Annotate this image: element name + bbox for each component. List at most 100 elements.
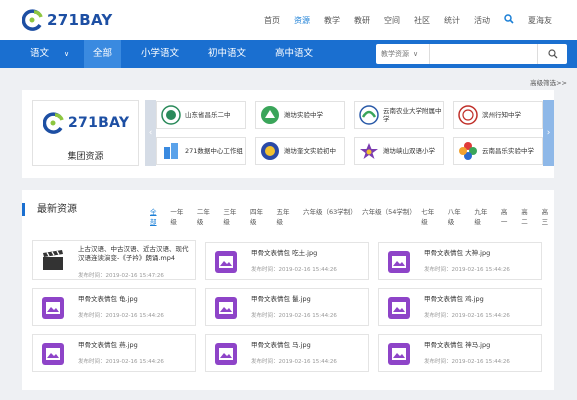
subject-dropdown[interactable]: 语文 ∨	[30, 40, 69, 68]
grade-tab[interactable]: 九年级	[474, 206, 493, 226]
search-input[interactable]	[429, 44, 537, 64]
top-nav: 首页 资源 教学 教研 空间 社区 统计 活动 夏海友	[250, 0, 552, 40]
grade-tab[interactable]: 高三	[542, 206, 554, 226]
grade-tab[interactable]: 八年级	[448, 206, 467, 226]
grade-tab[interactable]: 四年级	[250, 206, 269, 226]
resource-title: 甲骨文表情包 燕.jpg	[78, 341, 138, 349]
resource-date: 发布时间：2019-02-16 15:44:26	[251, 359, 337, 365]
school-name: 云南昌乐实验中学	[482, 147, 534, 155]
school-card[interactable]: 滨州行知中学	[453, 101, 543, 129]
resource-card[interactable]: 甲骨文表情包 大神.jpg 发布时间：2019-02-16 15:44:26	[378, 242, 542, 280]
chevron-down-icon: ∨	[64, 50, 70, 58]
search-icon[interactable]	[504, 13, 514, 27]
grade-tab[interactable]: 六年级（54学制）	[362, 206, 416, 226]
schools-panel: 271BAY 集团资源 ‹ 山东省昌乐二中 潍坊实验中学 云南农业大学附属中学 …	[22, 90, 554, 178]
tab-senior-chinese[interactable]: 高中语文	[275, 40, 313, 68]
image-file-icon	[388, 251, 410, 273]
resource-card[interactable]: 甲骨文表情包 吃土.jpg 发布时间：2019-02-16 15:44:26	[205, 242, 369, 280]
resource-title: 甲骨文表情包 鸡.jpg	[424, 295, 484, 303]
nav-space[interactable]: 空间	[384, 15, 400, 26]
school-name: 潍坊奎文实验初中	[284, 147, 336, 155]
search-type-label: 教学资源	[381, 50, 409, 58]
nav-community[interactable]: 社区	[414, 15, 430, 26]
school-card[interactable]: 云南农业大学附属中学	[354, 101, 444, 129]
school-card[interactable]: 山东省昌乐二中	[156, 101, 246, 129]
school-card[interactable]: 潍坊实验中学	[255, 101, 345, 129]
school-name: 云南农业大学附属中学	[383, 107, 442, 123]
tab-primary-chinese[interactable]: 小学语文	[141, 40, 179, 68]
resource-date: 发布时间：2019-02-16 15:44:26	[424, 267, 510, 273]
user-name[interactable]: 夏海友	[528, 15, 552, 26]
prev-arrow[interactable]: ‹	[145, 100, 156, 166]
resource-date: 发布时间：2019-02-16 15:47:26	[78, 273, 164, 279]
resource-card[interactable]: 甲骨文表情包 鸡.jpg 发布时间：2019-02-16 15:44:26	[378, 288, 542, 326]
nav-research[interactable]: 教研	[354, 15, 370, 26]
site-logo[interactable]: 271BAY	[22, 6, 113, 34]
search-button[interactable]	[537, 44, 567, 64]
grade-tab[interactable]: 全部	[150, 206, 162, 226]
school-name: 滨州行知中学	[482, 111, 521, 119]
nav-statistics[interactable]: 统计	[444, 15, 460, 26]
school-card[interactable]: 云南昌乐实验中学	[453, 137, 543, 165]
school-emblem-icon	[458, 105, 478, 125]
group-name: 集团资源	[67, 152, 104, 162]
resource-title: 甲骨文表情包 马.jpg	[251, 341, 311, 349]
school-name: 271数据中心工作组	[185, 147, 243, 155]
image-file-icon	[215, 343, 237, 365]
latest-resources-panel: 最新资源 全部 一年级 二年级 三年级 四年级 五年级 六年级（63学制） 六年…	[22, 190, 554, 390]
grade-tab[interactable]: 五年级	[276, 206, 295, 226]
chevron-right-icon: ›	[546, 128, 551, 138]
star-emblem-icon	[360, 143, 378, 159]
section-accent-bar	[22, 203, 25, 216]
logo-icon	[43, 112, 64, 134]
resource-title: 甲骨文表情包 大神.jpg	[424, 249, 491, 257]
school-emblem-icon	[261, 142, 279, 160]
nav-resources[interactable]: 资源	[294, 15, 310, 26]
nav-teaching[interactable]: 教学	[324, 15, 340, 26]
resource-card[interactable]: 甲骨文表情包 鬣.jpg 发布时间：2019-02-16 15:44:26	[205, 288, 369, 326]
resource-card[interactable]: 上古汉语、中古汉语、近古汉语、现代汉语连读演变-《子衿》朗诵.mp4 发布时间：…	[32, 240, 196, 280]
tab-junior-chinese[interactable]: 初中语文	[208, 40, 246, 68]
flower-emblem-icon	[459, 142, 477, 160]
resource-card[interactable]: 甲骨文表情包 燕.jpg 发布时间：2019-02-16 15:44:26	[32, 334, 196, 372]
school-name: 潍坊实验中学	[284, 111, 323, 119]
grade-tab[interactable]: 一年级	[170, 206, 189, 226]
school-card[interactable]: 271数据中心工作组	[156, 137, 246, 165]
next-arrow[interactable]: ›	[543, 100, 554, 166]
top-header: 271BAY 首页 资源 教学 教研 空间 社区 统计 活动 夏海友	[0, 0, 577, 40]
grade-tab[interactable]: 高二	[521, 206, 533, 226]
tab-all[interactable]: 全部	[84, 40, 121, 68]
school-card[interactable]: 潍坊奎文实验初中	[255, 137, 345, 165]
resource-date: 发布时间：2019-02-16 15:44:26	[78, 313, 164, 319]
resource-date: 发布时间：2019-02-16 15:44:26	[251, 267, 337, 273]
resource-card[interactable]: 甲骨文表情包 马.jpg 发布时间：2019-02-16 15:44:26	[205, 334, 369, 372]
subject-label: 语文	[30, 48, 50, 59]
grade-tab[interactable]: 高一	[501, 206, 513, 226]
group-resources-card[interactable]: 271BAY 集团资源	[32, 100, 139, 166]
image-file-icon	[42, 343, 64, 365]
resource-card[interactable]: 甲骨文表情包 龟.jpg 发布时间：2019-02-16 15:44:26	[32, 288, 196, 326]
advanced-filter-link[interactable]: 高级筛选>>	[530, 77, 567, 87]
resource-date: 发布时间：2019-02-16 15:44:26	[424, 359, 510, 365]
school-name: 潍坊峡山双语小学	[383, 147, 435, 155]
grade-tab[interactable]: 七年级	[421, 206, 440, 226]
school-card[interactable]: 潍坊峡山双语小学	[354, 137, 444, 165]
resource-title: 甲骨文表情包 神马.jpg	[424, 341, 491, 349]
subject-nav: 语文 ∨ 全部 小学语文 初中语文 高中语文 教学资源 ∨	[0, 40, 577, 68]
building-icon	[164, 143, 178, 159]
image-file-icon	[215, 297, 237, 319]
resource-date: 发布时间：2019-02-16 15:44:26	[78, 359, 164, 365]
grade-tab[interactable]: 六年级（63学制）	[303, 206, 357, 226]
school-emblem-icon	[359, 105, 379, 125]
grade-tab[interactable]: 三年级	[223, 206, 242, 226]
chevron-down-icon: ∨	[413, 50, 419, 58]
nav-activities[interactable]: 活动	[474, 15, 490, 26]
section-title: 最新资源	[37, 204, 77, 215]
school-emblem-icon	[261, 106, 279, 124]
group-logo-text: 271BAY	[68, 115, 130, 131]
nav-home[interactable]: 首页	[264, 15, 280, 26]
grade-tab[interactable]: 二年级	[197, 206, 216, 226]
logo-text: 271BAY	[47, 11, 113, 29]
resource-card[interactable]: 甲骨文表情包 神马.jpg 发布时间：2019-02-16 15:44:26	[378, 334, 542, 372]
search-type-select[interactable]: 教学资源 ∨	[376, 44, 429, 64]
